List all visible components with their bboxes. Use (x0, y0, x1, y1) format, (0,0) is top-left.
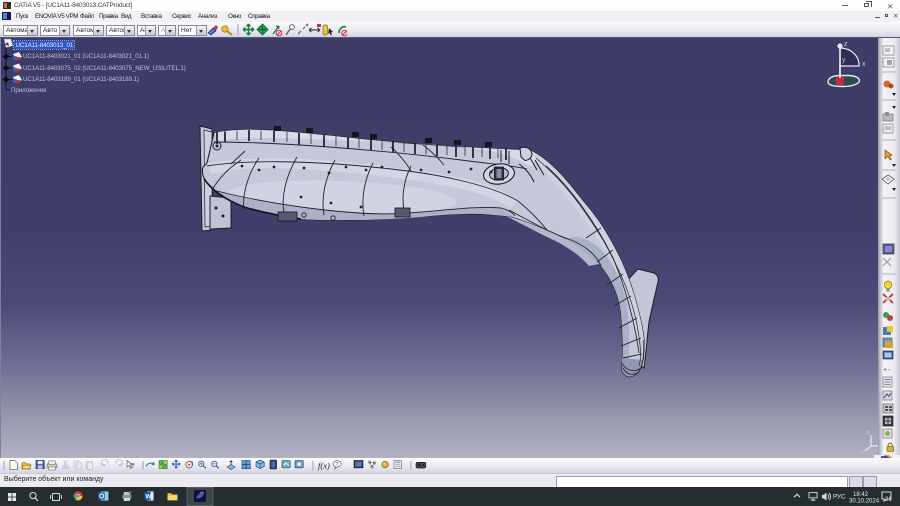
svg-text:f​(x): f​(x) (318, 461, 330, 471)
svg-text:+-: +- (883, 367, 891, 375)
svg-text:y: y (842, 57, 846, 64)
svg-text:?: ? (131, 461, 135, 470)
svg-text:W: W (145, 493, 151, 500)
svg-text:x: x (861, 450, 864, 456)
svg-text:РУС: РУС (833, 494, 846, 501)
svg-text:30.10.2024: 30.10.2024 (849, 499, 880, 505)
svg-text:z: z (844, 41, 848, 48)
svg-text:z: z (867, 430, 870, 436)
svg-text:x: x (862, 61, 866, 68)
svg-text:18:42: 18:42 (853, 492, 869, 498)
svg-text:21: 21 (885, 497, 892, 503)
svg-text:?: ? (335, 462, 338, 468)
